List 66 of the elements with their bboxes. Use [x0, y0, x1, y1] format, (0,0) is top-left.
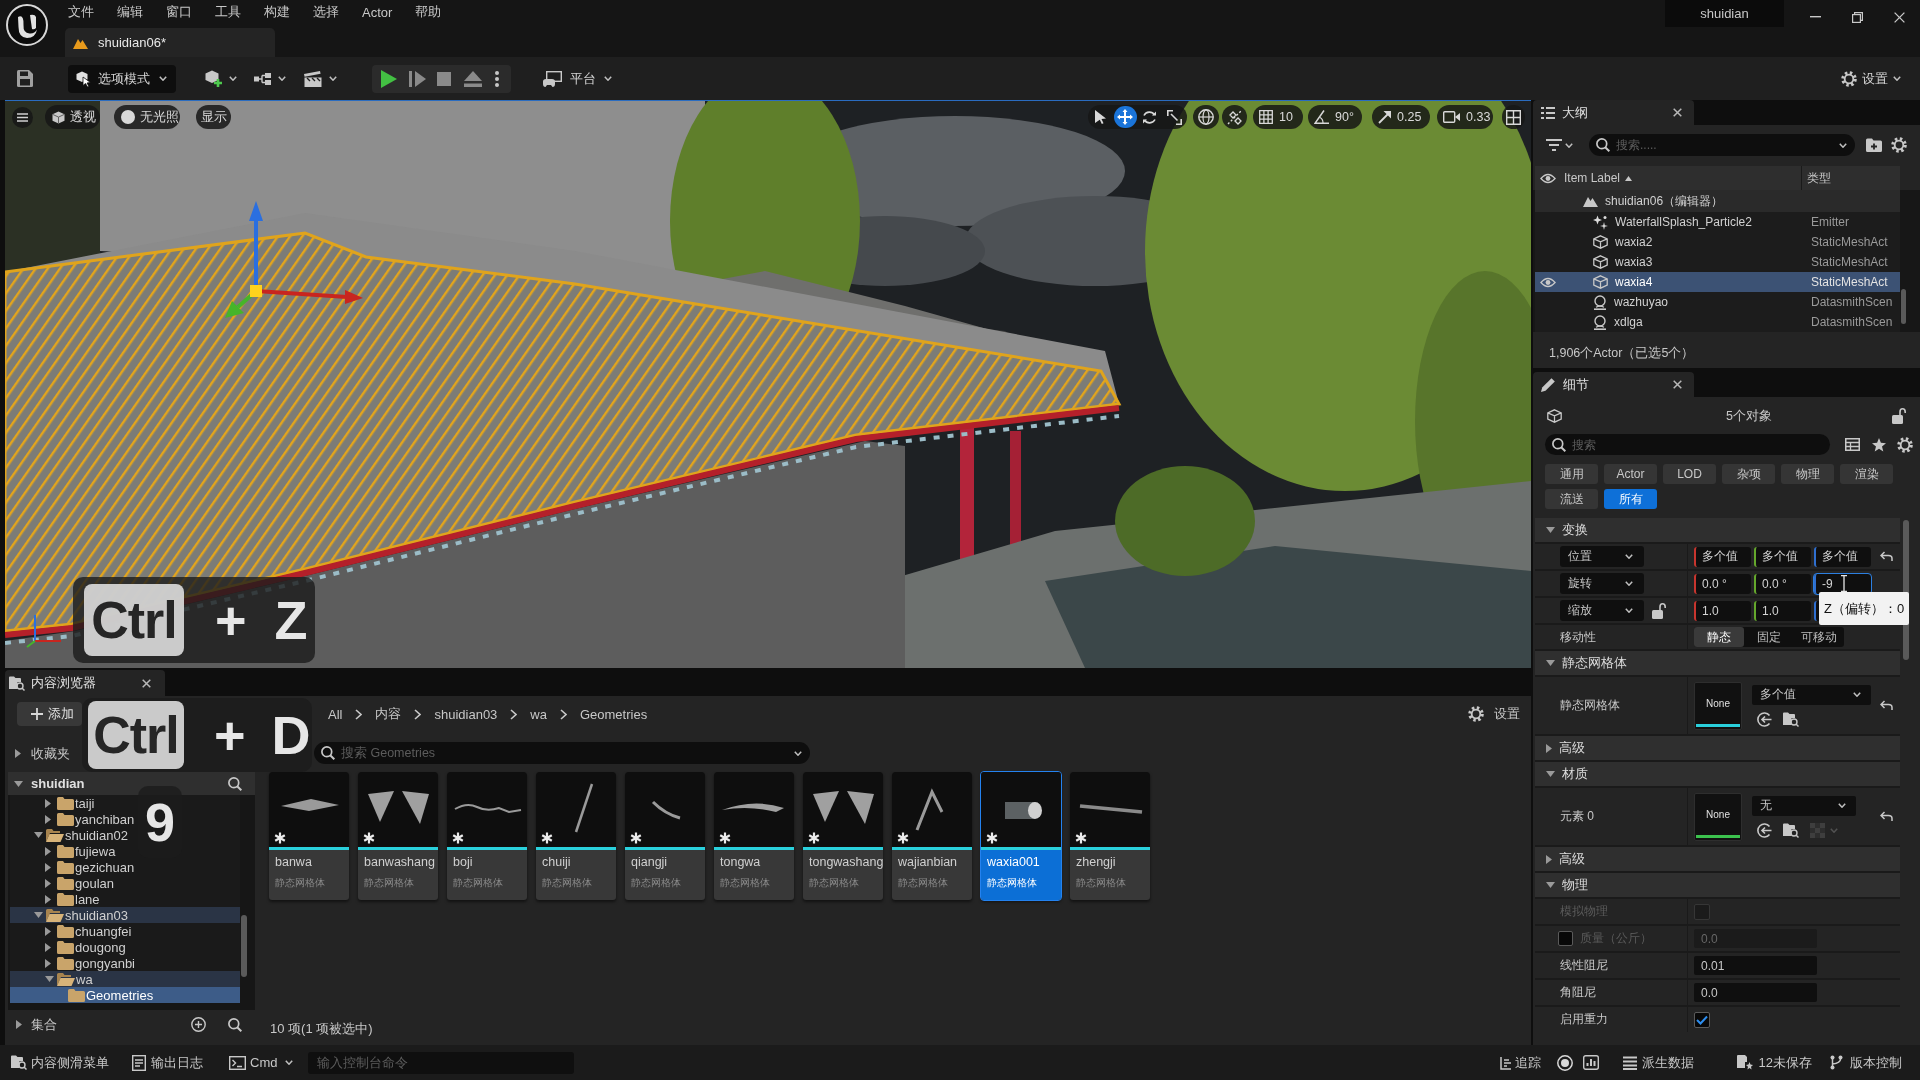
- property-label: 移动性: [1560, 628, 1596, 646]
- folder-name: yanchiban: [75, 811, 135, 827]
- actor-type: StaticMeshAct: [1810, 275, 1888, 289]
- asset-type: 静态网格体: [987, 876, 1037, 890]
- asset-type: 静态网格体: [631, 876, 681, 890]
- property-label: 线性阻尼: [1560, 957, 1608, 974]
- actor-type: StaticMeshAct: [1810, 235, 1888, 249]
- property-label: 元素 0: [1560, 808, 1594, 825]
- asset-name: wajianbian: [898, 855, 958, 869]
- actor-count: 1,906个Actor（已选5个）: [1549, 344, 1695, 362]
- item-count: 10 项(1 项被选中): [270, 1020, 373, 1038]
- key-label: D: [271, 708, 311, 762]
- asset-type: 静态网格体: [1076, 876, 1126, 890]
- folder-name: lane: [75, 891, 100, 907]
- asset-name: zhengji: [1076, 855, 1116, 869]
- property-label: 静态网格体: [1560, 697, 1620, 714]
- asset-type: 静态网格体: [809, 876, 859, 890]
- actor-name: waxia4: [1615, 275, 1653, 289]
- property-label: 启用重力: [1560, 1011, 1608, 1028]
- asset-name: chuiji: [542, 855, 571, 869]
- property-label: 角阻尼: [1560, 984, 1596, 1001]
- selection-count: 5个对象: [1726, 407, 1772, 425]
- asset-name: banwa: [275, 855, 312, 869]
- keycap: Ctrl: [84, 584, 184, 656]
- actor-type: DatasmithScen: [1810, 295, 1893, 309]
- actor-name: wazhuyao: [1614, 295, 1669, 309]
- plus-sign: +: [214, 708, 246, 762]
- folder-name: taiji: [75, 795, 95, 811]
- actor-type: DatasmithScen: [1810, 315, 1893, 329]
- number-field: 0.0: [1694, 929, 1817, 948]
- folder-name: chuangfei: [75, 923, 132, 939]
- folder-name: fujiewa: [75, 843, 116, 859]
- asset-name: banwashang: [364, 855, 435, 869]
- folder-name: goulan: [75, 875, 115, 891]
- actor-name: shuidian06（编辑器）: [1605, 192, 1724, 210]
- folder-name: Geometries: [86, 987, 154, 1003]
- thumbnail-label: None: [1706, 697, 1730, 709]
- keycap: Ctrl: [88, 701, 184, 769]
- asset-type: 静态网格体: [542, 876, 592, 890]
- actor-type: StaticMeshAct: [1810, 255, 1888, 269]
- asset-name: waxia001: [987, 855, 1040, 869]
- asset-name: tongwa: [720, 855, 761, 869]
- actor-type: Emitter: [1810, 215, 1849, 229]
- actor-name: waxia3: [1615, 255, 1653, 269]
- asset-name: tongwashang: [809, 855, 883, 869]
- asset-name: boji: [453, 855, 473, 869]
- thumbnail-label: None: [1706, 808, 1730, 820]
- folder-name: dougong: [75, 939, 126, 955]
- asset-type: 静态网格体: [453, 876, 503, 890]
- actor-name: xdlga: [1614, 315, 1643, 329]
- asset-type: 静态网格体: [720, 876, 770, 890]
- folder-name: shuidian03: [65, 907, 128, 923]
- plus-sign: +: [215, 593, 247, 647]
- asset-type: 静态网格体: [275, 876, 325, 890]
- asset-type: 静态网格体: [364, 876, 414, 890]
- folder-name: gongyanbi: [75, 955, 135, 971]
- folder-name: wa: [76, 971, 93, 987]
- user-name: shuidian: [1665, 0, 1784, 27]
- asset-type: 静态网格体: [898, 876, 948, 890]
- folder-name: shuidian02: [65, 827, 128, 843]
- asset-name: qiangji: [631, 855, 668, 869]
- actor-name: waxia2: [1615, 235, 1653, 249]
- folder-name: gezichuan: [75, 859, 135, 875]
- key-label: Z: [274, 593, 308, 647]
- tooltip: Z（偏转）：0: [1819, 592, 1910, 625]
- actor-name: WaterfallSplash_Particle2: [1615, 215, 1752, 229]
